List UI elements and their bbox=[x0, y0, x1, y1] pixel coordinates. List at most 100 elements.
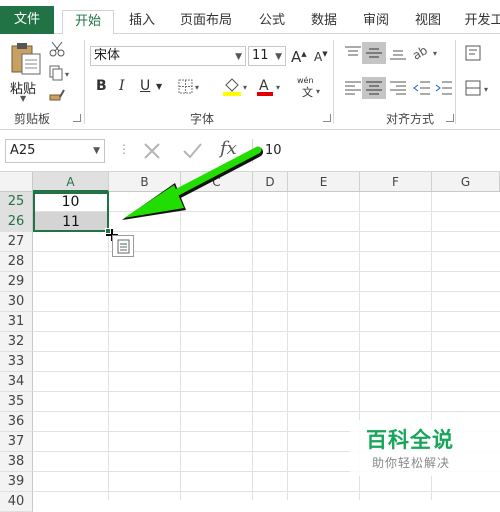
row-header-37[interactable]: 37 bbox=[0, 432, 33, 452]
row-header-40[interactable]: 40 bbox=[0, 492, 33, 512]
align-left-icon[interactable] bbox=[343, 79, 363, 97]
format-painter-icon[interactable] bbox=[48, 86, 66, 104]
alignment-group-label: 对齐方式 bbox=[386, 112, 435, 126]
row-header-36[interactable]: 36 bbox=[0, 412, 33, 432]
name-box-value: A25 bbox=[10, 143, 36, 158]
select-all-corner[interactable] bbox=[0, 172, 33, 192]
watermark-subtitle: 助你轻松解决 bbox=[372, 456, 451, 470]
chevron-down-icon[interactable]: ▼ bbox=[156, 82, 162, 91]
grid-line bbox=[252, 192, 253, 500]
tab-home[interactable]: 开始 bbox=[62, 10, 114, 35]
border-icon[interactable]: ▾ bbox=[178, 79, 202, 95]
row-header-31[interactable]: 31 bbox=[0, 312, 33, 332]
bold-button[interactable]: B bbox=[96, 78, 107, 94]
row-header-30[interactable]: 30 bbox=[0, 292, 33, 312]
column-header-d[interactable]: D bbox=[253, 172, 288, 192]
watermark-title: 百科全说 bbox=[366, 428, 454, 452]
column-header-e[interactable]: E bbox=[288, 172, 360, 192]
row-header-25[interactable]: 25 bbox=[0, 192, 33, 212]
cancel-icon[interactable] bbox=[140, 139, 164, 163]
font-name-dropdown[interactable]: 宋体 ▼ bbox=[90, 46, 246, 66]
font-color-icon[interactable]: A ▾ bbox=[256, 77, 286, 97]
svg-text:▾: ▾ bbox=[243, 83, 247, 92]
svg-text:ab: ab bbox=[412, 43, 430, 62]
grid-line bbox=[33, 391, 500, 392]
font-dialog-launcher[interactable] bbox=[323, 114, 331, 122]
alignment-dialog-launcher[interactable] bbox=[446, 114, 454, 122]
svg-text:▾: ▾ bbox=[433, 49, 437, 58]
fill-color-icon[interactable]: ▾ bbox=[222, 77, 252, 97]
align-center-button[interactable] bbox=[362, 77, 386, 99]
italic-button[interactable]: I bbox=[119, 78, 125, 94]
enter-icon[interactable] bbox=[180, 139, 204, 163]
row-header-26[interactable]: 26 bbox=[0, 212, 33, 232]
decrease-indent-icon[interactable] bbox=[412, 79, 432, 97]
column-header-c[interactable]: C bbox=[181, 172, 253, 192]
row-header-29[interactable]: 29 bbox=[0, 272, 33, 292]
font-size-dropdown[interactable]: 11 ▼ bbox=[248, 46, 286, 66]
svg-text:▾: ▾ bbox=[316, 87, 320, 96]
align-right-icon[interactable] bbox=[388, 79, 408, 97]
clipboard-group-label: 剪贴板 bbox=[14, 112, 51, 126]
bottom-align-icon[interactable] bbox=[388, 44, 408, 62]
paste-button[interactable]: 粘贴 ▼ bbox=[6, 38, 44, 104]
tab-file[interactable]: 文件 bbox=[0, 6, 54, 34]
decrease-font-size-icon[interactable]: A▼ bbox=[314, 50, 328, 64]
orientation-icon[interactable]: ab ▾ bbox=[412, 42, 442, 62]
name-box[interactable]: A25 ▼ bbox=[5, 139, 105, 163]
group-divider bbox=[455, 40, 456, 124]
insert-function-icon[interactable]: fx bbox=[220, 138, 237, 159]
underline-button[interactable]: U bbox=[140, 78, 150, 94]
column-header-a[interactable]: A bbox=[33, 172, 109, 192]
tab-review[interactable]: 审阅 bbox=[354, 10, 398, 34]
font-size-value: 11 bbox=[252, 48, 269, 63]
tab-data[interactable]: 数据 bbox=[302, 10, 346, 34]
row-header-39[interactable]: 39 bbox=[0, 472, 33, 492]
row-header-34[interactable]: 34 bbox=[0, 372, 33, 392]
row-header-35[interactable]: 35 bbox=[0, 392, 33, 412]
row-header-32[interactable]: 32 bbox=[0, 332, 33, 352]
copy-icon[interactable]: ▾ bbox=[48, 64, 72, 82]
svg-text:▾: ▾ bbox=[65, 70, 69, 79]
grid-line bbox=[287, 192, 288, 500]
svg-text:文: 文 bbox=[302, 85, 313, 99]
increase-indent-icon[interactable] bbox=[434, 79, 454, 97]
middle-align-icon bbox=[366, 48, 382, 58]
row-header-27[interactable]: 27 bbox=[0, 232, 33, 252]
group-divider bbox=[84, 40, 85, 124]
tab-view[interactable]: 视图 bbox=[406, 10, 450, 34]
column-header-g[interactable]: G bbox=[432, 172, 500, 192]
row-header-28[interactable]: 28 bbox=[0, 252, 33, 272]
column-header-b[interactable]: B bbox=[109, 172, 181, 192]
clipboard-dialog-launcher[interactable] bbox=[73, 114, 81, 122]
grid-line bbox=[33, 291, 500, 292]
formula-buttons: fx bbox=[138, 138, 250, 163]
grid-line bbox=[33, 271, 500, 272]
chevron-down-icon: ▼ bbox=[93, 146, 100, 156]
more-options-icon[interactable]: ⋮ bbox=[118, 142, 130, 156]
svg-text:wén: wén bbox=[297, 75, 314, 85]
tab-insert[interactable]: 插入 bbox=[120, 10, 164, 34]
chevron-down-icon: ▼ bbox=[20, 94, 27, 103]
increase-font-size-icon[interactable]: A▲ bbox=[291, 48, 307, 66]
tab-developer[interactable]: 开发工 bbox=[458, 10, 500, 34]
formula-input[interactable]: 10 bbox=[252, 139, 500, 163]
column-header-f[interactable]: F bbox=[360, 172, 432, 192]
tab-formulas[interactable]: 公式 bbox=[250, 10, 294, 34]
merge-cells-icon[interactable]: ▾ bbox=[464, 79, 494, 97]
ribbon-home: 粘贴 ▼ ▾ 剪贴板 宋体 ▼ 11 ▼ A▲ A▼ B I U ▼ ▾ ▾ A… bbox=[0, 34, 500, 130]
svg-text:▾: ▾ bbox=[195, 83, 199, 92]
top-align-icon[interactable] bbox=[343, 44, 363, 62]
middle-align-button[interactable] bbox=[362, 42, 386, 64]
cut-icon[interactable] bbox=[48, 40, 66, 58]
phonetic-guide-icon[interactable]: wén 文 ▾ bbox=[296, 74, 324, 100]
auto-fill-options-button[interactable] bbox=[112, 235, 134, 257]
tab-page-layout[interactable]: 页面布局 bbox=[172, 10, 240, 34]
row-header-38[interactable]: 38 bbox=[0, 452, 33, 472]
grid-line bbox=[33, 351, 500, 352]
svg-text:▾: ▾ bbox=[484, 85, 488, 94]
grid-line bbox=[33, 251, 500, 252]
row-header-33[interactable]: 33 bbox=[0, 352, 33, 372]
selection-range bbox=[33, 192, 109, 232]
wrap-text-icon[interactable] bbox=[464, 44, 486, 62]
